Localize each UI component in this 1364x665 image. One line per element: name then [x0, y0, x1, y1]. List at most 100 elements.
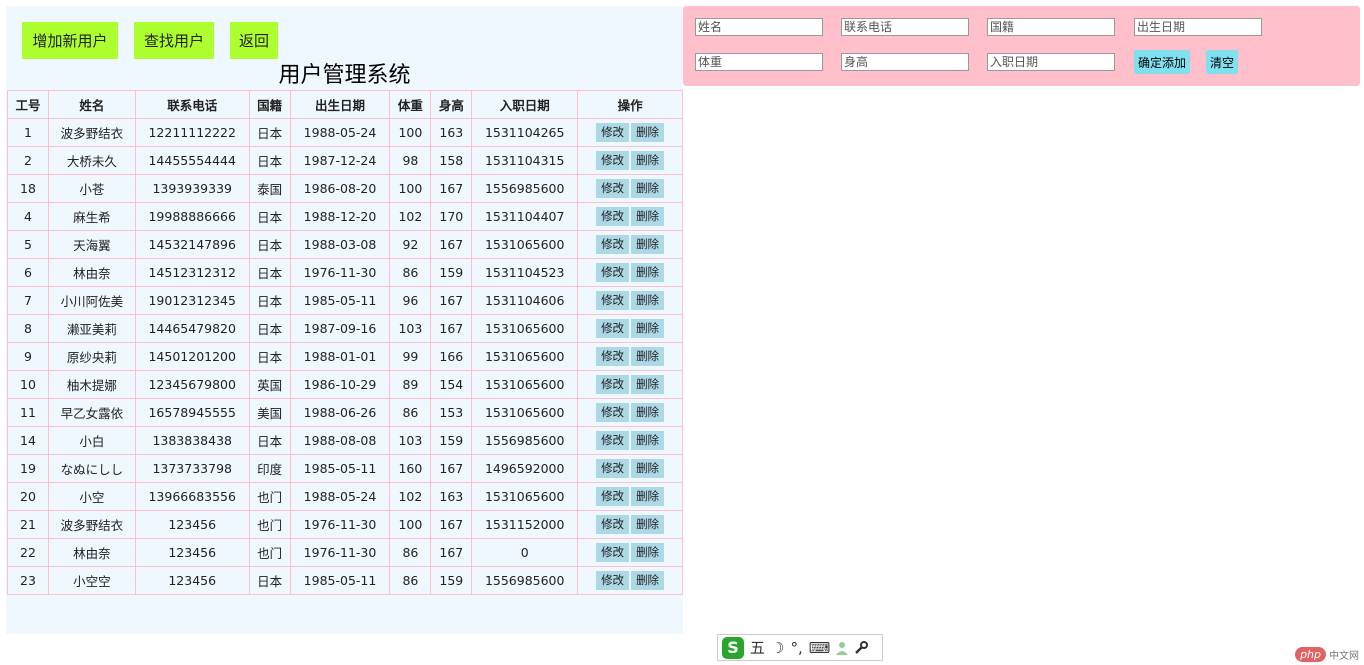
- edit-button[interactable]: 修改: [596, 459, 630, 478]
- punctuation-toggle[interactable]: °,: [790, 639, 802, 657]
- edit-button[interactable]: 修改: [596, 347, 630, 366]
- cell-id: 23: [7, 566, 49, 595]
- cell-phone: 1383838438: [134, 426, 250, 455]
- table-row: 19 なぬにしし 1373733798 印度 1985-05-11 160 167 14965…: [7, 454, 683, 483]
- cell-phone: 123456: [134, 566, 250, 595]
- edit-button[interactable]: 修改: [596, 543, 630, 562]
- edit-button[interactable]: 修改: [596, 403, 630, 422]
- delete-button[interactable]: 删除: [631, 319, 665, 338]
- delete-button[interactable]: 删除: [631, 151, 665, 170]
- delete-button[interactable]: 删除: [631, 571, 665, 590]
- edit-button[interactable]: 修改: [596, 235, 630, 254]
- user-icon[interactable]: [836, 641, 849, 655]
- delete-button[interactable]: 删除: [631, 515, 665, 534]
- cell-birth: 1986-10-29: [289, 370, 391, 399]
- edit-button[interactable]: 修改: [596, 263, 630, 282]
- input-mode-toggle[interactable]: 五: [750, 637, 765, 658]
- weight-input[interactable]: [695, 53, 823, 71]
- wrench-icon[interactable]: [854, 640, 869, 655]
- cell-nation: 美国: [248, 398, 291, 427]
- edit-button[interactable]: 修改: [596, 291, 630, 310]
- cell-name: 林由奈: [47, 258, 136, 287]
- back-button[interactable]: 返回: [230, 22, 278, 59]
- cell-hired: 1531152000: [471, 510, 579, 539]
- delete-button[interactable]: 删除: [631, 487, 665, 506]
- delete-button[interactable]: 删除: [631, 123, 665, 142]
- edit-button[interactable]: 修改: [596, 515, 630, 534]
- hire-date-input[interactable]: [987, 53, 1115, 71]
- edit-button[interactable]: 修改: [596, 319, 630, 338]
- cell-birth: 1988-01-01: [289, 342, 391, 371]
- add-user-button[interactable]: 增加新用户: [22, 22, 118, 59]
- moon-icon[interactable]: ☽: [771, 639, 784, 657]
- cell-nation: 日本: [248, 314, 291, 343]
- cell-birth: 1987-12-24: [289, 146, 391, 175]
- cell-weight: 86: [389, 566, 432, 595]
- cell-nation: 日本: [248, 118, 291, 147]
- col-header-birth: 出生日期: [289, 90, 391, 119]
- cell-nation: 印度: [248, 454, 291, 483]
- edit-button[interactable]: 修改: [596, 207, 630, 226]
- cell-weight: 96: [389, 286, 432, 315]
- cell-birth: 1985-05-11: [289, 286, 391, 315]
- height-input[interactable]: [841, 53, 969, 71]
- cell-id: 5: [7, 230, 49, 259]
- edit-button[interactable]: 修改: [596, 571, 630, 590]
- delete-button[interactable]: 删除: [631, 459, 665, 478]
- delete-button[interactable]: 删除: [631, 263, 665, 282]
- delete-button[interactable]: 删除: [631, 179, 665, 198]
- edit-button[interactable]: 修改: [596, 431, 630, 450]
- sogou-logo-icon[interactable]: S: [722, 636, 744, 659]
- cell-weight: 103: [389, 314, 432, 343]
- cell-id: 22: [7, 538, 49, 567]
- cell-weight: 100: [389, 510, 432, 539]
- page-title: 用户管理系统: [6, 62, 683, 90]
- keyboard-icon[interactable]: ⌨: [809, 639, 831, 657]
- confirm-add-button[interactable]: 确定添加: [1134, 50, 1190, 74]
- cell-height: 163: [430, 118, 473, 147]
- edit-button[interactable]: 修改: [596, 179, 630, 198]
- cell-hired: 1556985600: [471, 426, 579, 455]
- cell-birth: 1988-05-24: [289, 118, 391, 147]
- delete-button[interactable]: 删除: [631, 291, 665, 310]
- find-user-button[interactable]: 查找用户: [134, 22, 214, 59]
- nation-input[interactable]: [987, 18, 1115, 36]
- cell-actions: 修改 删除: [577, 118, 683, 147]
- edit-button[interactable]: 修改: [596, 375, 630, 394]
- delete-button[interactable]: 删除: [631, 403, 665, 422]
- delete-button[interactable]: 删除: [631, 375, 665, 394]
- edit-button[interactable]: 修改: [596, 487, 630, 506]
- cell-actions: 修改 删除: [577, 454, 683, 483]
- cell-id: 7: [7, 286, 49, 315]
- cell-hired: 1531065600: [471, 314, 579, 343]
- cell-id: 11: [7, 398, 49, 427]
- cell-name: 大桥未久: [47, 146, 136, 175]
- cell-hired: 1531065600: [471, 230, 579, 259]
- cell-name: 林由奈: [47, 538, 136, 567]
- cell-birth: 1987-09-16: [289, 314, 391, 343]
- cell-weight: 86: [389, 258, 432, 287]
- clear-button[interactable]: 清空: [1206, 50, 1238, 74]
- delete-button[interactable]: 删除: [631, 347, 665, 366]
- col-header-hired: 入职日期: [471, 90, 579, 119]
- cell-birth: 1985-05-11: [289, 566, 391, 595]
- birth-date-input[interactable]: [1134, 18, 1262, 36]
- delete-button[interactable]: 删除: [631, 431, 665, 450]
- delete-button[interactable]: 删除: [631, 207, 665, 226]
- phone-input[interactable]: [841, 18, 969, 36]
- cell-name: 濑亚美莉: [47, 314, 136, 343]
- cell-name: 柚木提娜: [47, 370, 136, 399]
- name-input[interactable]: [695, 18, 823, 36]
- edit-button[interactable]: 修改: [596, 151, 630, 170]
- cell-actions: 修改 删除: [577, 482, 683, 511]
- edit-button[interactable]: 修改: [596, 123, 630, 142]
- delete-button[interactable]: 删除: [631, 543, 665, 562]
- col-header-phone: 联系电话: [134, 90, 250, 119]
- cell-phone: 12345679800: [134, 370, 250, 399]
- cell-phone: 13966683556: [134, 482, 250, 511]
- table-row: 8 濑亚美莉 14465479820 日本 1987-09-16 103 167 153106…: [7, 314, 683, 343]
- cell-hired: 1496592000: [471, 454, 579, 483]
- cell-nation: 也门: [248, 482, 291, 511]
- cell-name: 原纱央莉: [47, 342, 136, 371]
- delete-button[interactable]: 删除: [631, 235, 665, 254]
